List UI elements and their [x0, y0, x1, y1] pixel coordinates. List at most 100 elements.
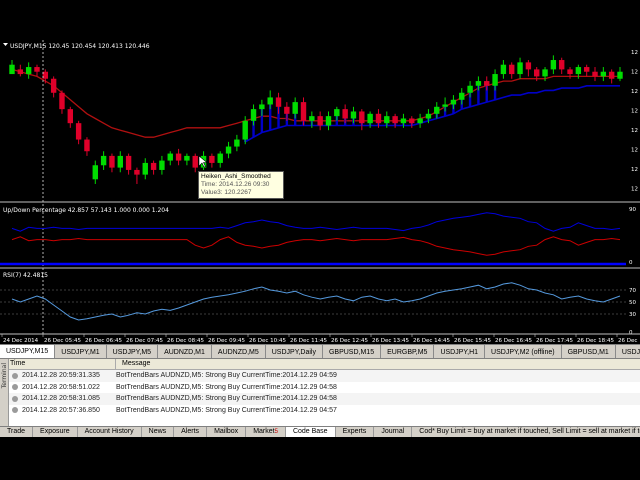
- tooltip-time: Time: 2014.12.26 09:30: [201, 181, 270, 188]
- tooltip-value: Value3: 120.2267: [201, 189, 252, 196]
- col-time-header[interactable]: Time: [0, 359, 116, 369]
- candle-body: [67, 109, 74, 124]
- terminal-tab[interactable]: News: [142, 427, 175, 437]
- candle-body: [250, 109, 257, 121]
- table-row[interactable]: 2014.12.28 20:58:51.022 BotTrendBars AUDN…: [0, 382, 640, 394]
- candle-body: [392, 116, 398, 124]
- terminal-panel: Terminal Time Message 2014.12.28 20:59:3…: [0, 358, 640, 427]
- candle-body: [359, 111, 365, 124]
- terminal-tab-label: Experts: [342, 428, 367, 435]
- rsi-axis-label: 50: [629, 300, 636, 306]
- chart-tab[interactable]: AUDNZD,M5: [212, 345, 266, 359]
- table-row[interactable]: 2014.12.28 20:58:31.085 BotTrendBars AUDN…: [0, 393, 640, 405]
- candle-body: [117, 155, 123, 168]
- chart-tab[interactable]: USDJPY,Daily: [266, 345, 323, 359]
- chart-area[interactable]: USDJPY,M15 120.45 120.454 120.413 120.44…: [0, 40, 640, 344]
- rsi-label: RSI(7) 42.4815: [3, 272, 48, 279]
- terminal-tab[interactable]: Alerts: [174, 427, 208, 437]
- log-message: BotTrendBars AUDNZD,M5: Strong Buy Curre…: [116, 395, 337, 403]
- candle-body: [42, 71, 49, 79]
- terminal-side-strip: Terminal: [0, 359, 9, 427]
- candle-body: [234, 139, 240, 147]
- terminal-tab-label: Account History: [84, 428, 134, 435]
- terminal-side-label: Terminal: [1, 363, 8, 389]
- terminal-tab-label: Market: [253, 428, 275, 435]
- price-axis-label: 12: [631, 128, 638, 134]
- symbol-header: USDJPY,M15 120.45 120.454 120.413 120.44…: [10, 43, 150, 50]
- candle-body: [167, 153, 173, 161]
- log-time: 2014.12.28 20:58:51.022: [22, 383, 100, 391]
- terminal-tab-label: Trade: [7, 428, 26, 435]
- terminal-tab[interactable]: Exposure: [33, 427, 78, 437]
- candle-body: [542, 69, 548, 77]
- candle-body: [500, 64, 507, 75]
- terminal-tab[interactable]: Experts: [336, 427, 375, 437]
- candle-body: [275, 97, 282, 107]
- log-time: 2014.12.28 20:57:36.850: [22, 406, 100, 414]
- terminal-tab-bar: Trade Exposure Account History News Alerts Ma…: [0, 426, 640, 437]
- candle-body: [109, 155, 115, 168]
- candle-body: [583, 67, 590, 72]
- terminal-tab[interactable]: Account History: [78, 427, 142, 437]
- price-axis-label: 12: [631, 89, 638, 95]
- candle-body: [184, 155, 190, 161]
- candle-body: [142, 162, 148, 175]
- chart-tab[interactable]: AUDNZD,M1: [158, 345, 212, 359]
- candle-body: [59, 92, 65, 110]
- chart-tab[interactable]: GBPUSD,M15: [323, 345, 382, 359]
- status-hint: Cod* Buy Limit = buy at market if touche…: [419, 428, 640, 435]
- candle-body: [600, 71, 607, 77]
- candle-body: [150, 162, 157, 170]
- candle-body: [325, 116, 332, 126]
- price-axis-label: 12: [631, 70, 638, 76]
- candle-body: [525, 62, 532, 70]
- log-message: BotTrendBars AUDNZD,M5: Strong Buy Curre…: [116, 406, 337, 414]
- candle-body: [134, 169, 140, 175]
- candle-body: [342, 109, 348, 119]
- candle-body: [425, 113, 432, 119]
- col-message-header[interactable]: Message: [116, 359, 150, 369]
- chart-tab[interactable]: EURGBP,M5: [381, 345, 435, 359]
- candle-body: [592, 71, 598, 77]
- candle-body: [50, 78, 57, 93]
- candle-body: [417, 118, 423, 124]
- terminal-tab[interactable]: Trade: [0, 427, 34, 437]
- candle-body: [225, 146, 232, 154]
- tooltip-title: Heiken_Ashi_Smoothed: [201, 173, 271, 180]
- candle-body: [617, 71, 623, 79]
- candle-body: [34, 67, 40, 72]
- updown-label: Up/Down Percentage 42.857 57.143 1.000 0…: [3, 207, 169, 214]
- chart-tab[interactable]: USDJPY,M2 (offline): [485, 345, 562, 359]
- chart-tab-bar: USDJPY,M15 USDJPY,M1 USDJPY,M5 AUDNZD,M1 AUD…: [0, 344, 640, 359]
- terminal-tab[interactable]: Journal: [374, 427, 413, 437]
- market-badge: 5: [274, 429, 278, 435]
- chart-tab[interactable]: USDJPY,M15: [0, 345, 56, 359]
- candle-body: [284, 106, 290, 114]
- terminal-tab[interactable]: Code Base: [285, 427, 336, 437]
- candle-body: [367, 113, 373, 124]
- log-message: BotTrendBars AUDNZD,M5: Strong Buy Curre…: [116, 383, 337, 391]
- log-status-icon: [12, 372, 18, 379]
- candle-body: [434, 106, 440, 114]
- terminal-tab-label: Mailbox: [214, 428, 239, 435]
- chart-tab[interactable]: USDJPY,M1: [55, 345, 107, 359]
- chart-tab[interactable]: USDJPY,H1: [434, 345, 486, 359]
- chart-tab[interactable]: GBPUSD,M1: [562, 345, 616, 359]
- candle-body: [25, 67, 32, 75]
- terminal-tab[interactable]: Mailbox: [207, 427, 247, 437]
- table-row[interactable]: 2014.12.28 20:57:36.850 BotTrendBars AUDN…: [0, 405, 640, 417]
- log-time: 2014.12.28 20:58:31.085: [22, 395, 100, 403]
- table-row[interactable]: 2014.12.28 20:59:31.335 BotTrendBars AUDN…: [0, 370, 640, 382]
- terminal-tab-label: Exposure: [40, 428, 70, 435]
- price-axis-label: 12: [631, 167, 638, 173]
- candle-body: [550, 60, 557, 70]
- candle-body: [384, 116, 390, 124]
- terminal-tab[interactable]: Market5: [246, 427, 286, 437]
- candle-body: [292, 102, 298, 114]
- candle-body: [534, 69, 540, 77]
- candle-body: [17, 69, 24, 75]
- candle-body: [300, 102, 307, 121]
- chart-tab[interactable]: USDJPY,M5: [107, 345, 159, 359]
- candle-body: [608, 71, 615, 79]
- chart-tab[interactable]: USDJPY,M: [616, 345, 640, 359]
